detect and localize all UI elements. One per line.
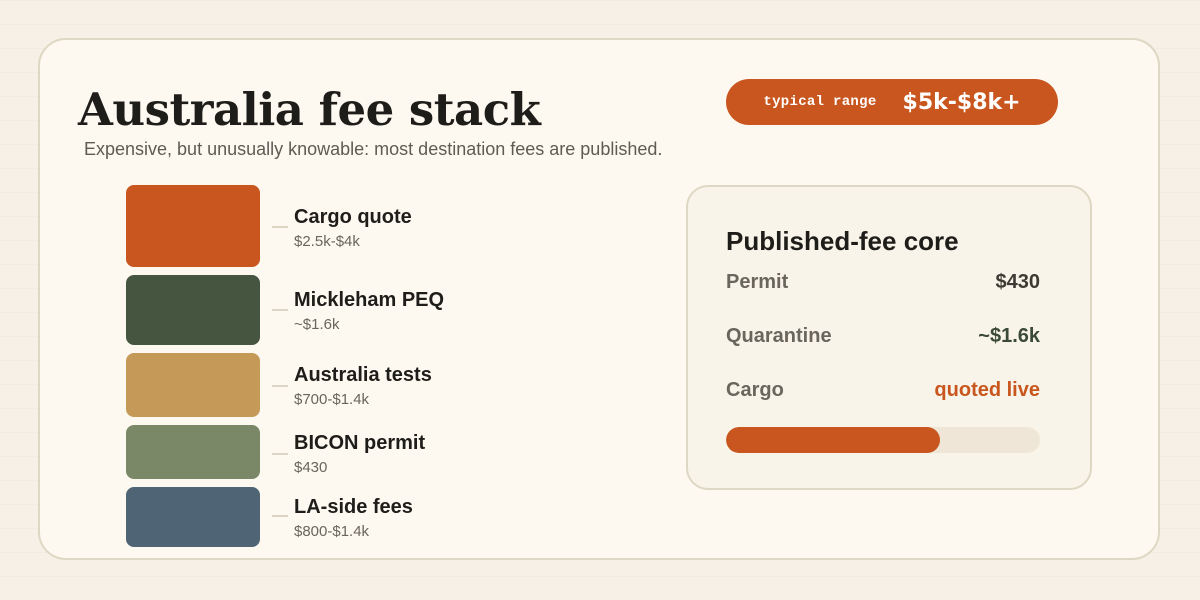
stack-item-range: $700-$1.4k bbox=[294, 391, 370, 408]
range-value: $5k-$8k+ bbox=[902, 89, 1021, 115]
stack-connector bbox=[272, 385, 288, 387]
stack-item-name: BICON permit bbox=[294, 432, 426, 454]
typical-range-badge: typical range $5k-$8k+ bbox=[726, 79, 1058, 125]
core-row-value: $430 bbox=[995, 271, 1041, 293]
stack-item-name: LA-side fees bbox=[294, 496, 413, 518]
core-row-quarantine: Quarantine ~$1.6k bbox=[726, 322, 1040, 350]
progress-bar-fill bbox=[726, 427, 940, 453]
stack-item-range: $800-$1.4k bbox=[294, 523, 370, 540]
stack-item-name: Australia tests bbox=[294, 364, 432, 386]
core-row-label: Quarantine bbox=[726, 325, 832, 347]
stack-item-australia-tests: Australia tests $700-$1.4k bbox=[126, 353, 646, 419]
core-row-cargo: Cargo quoted live bbox=[726, 376, 1040, 404]
stack-connector bbox=[272, 453, 288, 455]
stack-swatch bbox=[126, 353, 260, 417]
page-title: Australia fee stack bbox=[78, 83, 541, 136]
core-row-value: quoted live bbox=[934, 379, 1040, 401]
stack-connector bbox=[272, 226, 288, 228]
stack-swatch bbox=[126, 487, 260, 547]
published-fee-progress-bar bbox=[726, 427, 1040, 453]
core-row-value: ~$1.6k bbox=[978, 325, 1040, 347]
range-label: typical range bbox=[763, 94, 877, 110]
stack-item-name: Mickleham PEQ bbox=[294, 289, 445, 311]
stack-item-range: ~$1.6k bbox=[294, 316, 340, 333]
stack-swatch bbox=[126, 425, 260, 479]
published-fee-core-panel: Published-fee core Permit $430 Quarantin… bbox=[686, 185, 1092, 490]
core-row-label: Cargo bbox=[726, 379, 784, 401]
stack-swatch bbox=[126, 185, 260, 267]
core-row-label: Permit bbox=[726, 271, 789, 293]
page-subtitle: Expensive, but unusually knowable: most … bbox=[84, 139, 663, 159]
stack-item-mickleham-peq: Mickleham PEQ ~$1.6k bbox=[126, 275, 646, 347]
stack-swatch bbox=[126, 275, 260, 345]
stack-item-range: $2.5k-$4k bbox=[294, 233, 360, 250]
stack-connector bbox=[272, 309, 288, 311]
stack-item-bicon-permit: BICON permit $430 bbox=[126, 425, 646, 481]
core-row-permit: Permit $430 bbox=[726, 268, 1040, 296]
stack-item-la-side-fees: LA-side fees $800-$1.4k bbox=[126, 487, 646, 549]
fee-stack-card: Australia fee stack Expensive, but unusu… bbox=[38, 38, 1160, 560]
core-panel-title: Published-fee core bbox=[726, 226, 959, 256]
stack-item-cargo-quote: Cargo quote $2.5k-$4k bbox=[126, 185, 646, 269]
stack-item-range: $430 bbox=[294, 459, 328, 476]
stack-item-name: Cargo quote bbox=[294, 206, 412, 228]
stack-connector bbox=[272, 515, 288, 517]
